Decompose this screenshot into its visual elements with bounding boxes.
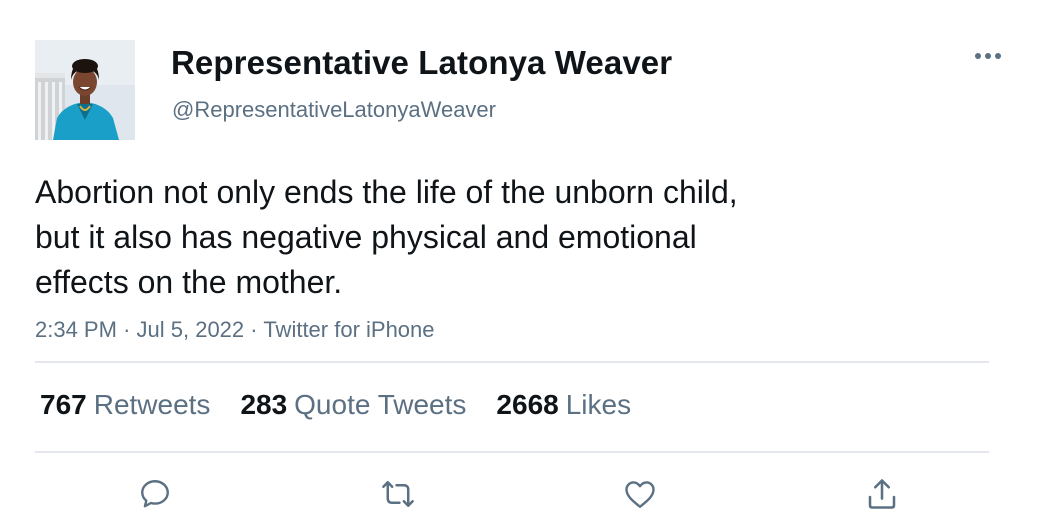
retweets-label: Retweets — [93, 389, 211, 420]
divider-bottom — [35, 451, 989, 453]
tweet-time[interactable]: 2:34 PM — [35, 317, 117, 342]
share-button[interactable] — [862, 474, 902, 514]
quote-tweets-stat[interactable]: 283 Quote Tweets — [240, 389, 466, 421]
more-options-button[interactable] — [968, 42, 1008, 70]
meta-separator: · — [123, 317, 137, 342]
likes-count: 2668 — [496, 389, 559, 420]
quote-tweets-count: 283 — [240, 389, 288, 420]
tweet-text: Abortion not only ends the life of the u… — [35, 170, 865, 305]
share-icon — [868, 479, 896, 509]
tweet-source[interactable]: Twitter for iPhone — [263, 317, 434, 342]
three-dots-icon — [975, 53, 1001, 59]
tweet-text-line: effects on the mother. — [35, 264, 343, 300]
meta-separator: · — [250, 317, 264, 342]
quote-tweets-label: Quote Tweets — [294, 389, 467, 420]
engagement-stats: 767 Retweets 283 Quote Tweets 2668 Likes — [40, 385, 661, 425]
divider-top — [35, 361, 989, 363]
reply-icon — [141, 480, 169, 508]
profile-photo-icon — [35, 40, 135, 140]
likes-stat[interactable]: 2668 Likes — [496, 389, 631, 421]
user-handle[interactable]: @RepresentativeLatonyaWeaver — [172, 96, 496, 124]
tweet-text-line: but it also has negative physical and em… — [35, 219, 697, 255]
retweets-count: 767 — [40, 389, 87, 420]
tweet-date[interactable]: Jul 5, 2022 — [137, 317, 245, 342]
retweets-stat[interactable]: 767 Retweets — [40, 389, 210, 421]
heart-icon — [625, 481, 655, 508]
display-name[interactable]: Representative Latonya Weaver — [171, 42, 672, 84]
retweet-icon — [382, 481, 414, 507]
tweet-metadata: 2:34 PM · Jul 5, 2022 · Twitter for iPho… — [35, 315, 435, 345]
avatar[interactable] — [35, 40, 135, 140]
reply-button[interactable] — [135, 474, 175, 514]
tweet-text-line: Abortion not only ends the life of the u… — [35, 174, 738, 210]
like-button[interactable] — [620, 474, 660, 514]
likes-label: Likes — [565, 389, 632, 420]
retweet-button[interactable] — [378, 474, 418, 514]
tweet-card: Representative Latonya Weaver @Represent… — [0, 0, 1050, 525]
